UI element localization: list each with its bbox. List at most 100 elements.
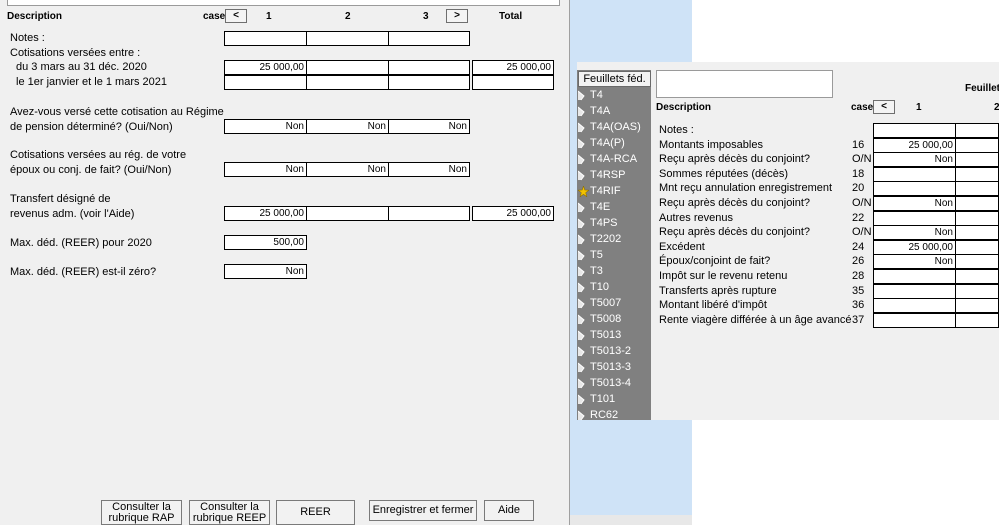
slip-row-cell-1[interactable] [873,312,956,328]
spouse-cell-2[interactable]: Non [306,162,389,177]
sidebar-item-t5[interactable]: T5 [577,247,651,263]
rpd-question-line2: de pension déterminé? (Oui/Non) [10,121,173,133]
slip-row-cell-2[interactable] [955,298,999,314]
sidebar-item-label: T5 [590,249,603,261]
sidebar-item-t4a-p-[interactable]: T4A(P) [577,135,651,151]
sidebar-item-t5007[interactable]: T5007 [577,295,651,311]
slip-row-cell-1[interactable]: 25 000,00 [873,239,956,255]
sidebar-item-label: T4RSP [590,169,626,181]
consult-rap-button[interactable]: Consulter la rubrique RAP [101,500,182,525]
transfer-cell-2[interactable] [306,206,389,221]
slip-row-cell-1[interactable]: Non [873,254,956,270]
period1-cell-2[interactable] [306,60,389,75]
period2-cell-3[interactable] [388,75,470,90]
slip-row-case: 26 [852,255,865,268]
slip-row-case: O/N [852,153,872,166]
transfer-cell-3[interactable] [388,206,470,221]
rpd-cell-2[interactable]: Non [306,119,389,134]
max-deduction-zero-cell[interactable]: Non [224,264,307,279]
slip-row-cell-1[interactable] [873,269,956,284]
sidebar-item-t5013-3[interactable]: T5013-3 [577,359,651,375]
slip-document-icon [577,346,588,357]
sidebar-item-t5013-4[interactable]: T5013-4 [577,375,651,391]
sidebar-item-t5008[interactable]: T5008 [577,311,651,327]
slip-row-cell-2[interactable] [955,137,999,153]
transfer-cell-1[interactable]: 25 000,00 [224,206,307,221]
reer-button[interactable]: REER [276,500,355,525]
slip-row-label: Reçu après décès du conjoint? [659,153,811,166]
sidebar-item-t3[interactable]: T3 [577,263,651,279]
slip-row-cell-2[interactable] [955,166,999,182]
slip-row-case: 20 [852,182,865,195]
slip-row-cell-1[interactable] [873,298,956,314]
slip-row-cell-2[interactable] [955,152,999,168]
max-deduction-cell[interactable]: 500,00 [224,235,307,250]
rpd-cell-3[interactable]: Non [388,119,470,134]
prev-column-button[interactable]: < [225,9,247,23]
rpd-cell-1[interactable]: Non [224,119,307,134]
period1-cell-3[interactable] [388,60,470,75]
consult-reep-button[interactable]: Consulter la rubrique REEP [189,500,270,525]
slip-row-cell-2[interactable] [955,225,999,241]
slip-row-cell-1[interactable]: Non [873,225,956,241]
slip-row-cell-2[interactable] [955,181,999,197]
sidebar-item-t2202[interactable]: T2202 [577,231,651,247]
sidebar-item-t4a-rca[interactable]: T4A-RCA [577,151,651,167]
slip-row-cell-1[interactable] [873,283,956,299]
next-column-button[interactable]: > [446,9,468,23]
sidebar-item-t5013-2[interactable]: T5013-2 [577,343,651,359]
slip-row-cell-2[interactable] [955,269,999,284]
notes-cell-2[interactable] [306,31,389,46]
slip-row-cell-1[interactable]: Non [873,196,956,211]
sidebar-item-t4ps[interactable]: T4PS [577,215,651,231]
slip-row-cell-2[interactable] [955,312,999,328]
sidebar-item-t10[interactable]: T10 [577,279,651,295]
save-and-close-button[interactable]: Enregistrer et fermer [369,500,477,521]
slip-document-icon [577,90,588,101]
slip-row-cell-2[interactable] [955,123,999,138]
slip-row-cell-2[interactable] [955,239,999,255]
sidebar-item-t4rsp[interactable]: T4RSP [577,167,651,183]
help-button[interactable]: Aide [484,500,534,521]
slip-row-cell-1[interactable]: 25 000,00 [873,137,956,153]
slip-document-icon [577,362,588,373]
sidebar-item-t4rif[interactable]: T4RIF [577,183,651,199]
slip-row-cell-2[interactable] [955,210,999,226]
notes-label: Notes : [10,32,45,44]
slip-row-cell-1[interactable] [873,210,956,226]
slip-row-label: Excédent [659,240,705,253]
spouse-cell-3[interactable]: Non [388,162,470,177]
consult-reep-line1: Consulter la [200,500,259,513]
spouse-cell-1[interactable]: Non [224,162,307,177]
sidebar-item-t101[interactable]: T101 [577,391,651,407]
slip-row-cell-2[interactable] [955,283,999,299]
federal-slips-button[interactable]: Feuillets féd. [578,71,651,87]
slip-row-label: Rente viagère différée à un âge avancé [659,313,852,326]
sidebar-item-t4e[interactable]: T4E [577,199,651,215]
sidebar-item-t4a[interactable]: T4A [577,103,651,119]
slip-row-cell-1[interactable]: Non [873,152,956,168]
notes-cell-1[interactable] [224,31,307,46]
slip-document-icon [577,170,588,181]
period2-cell-1[interactable] [224,75,307,90]
notes-cell-3[interactable] [388,31,470,46]
slip-row-cell-2[interactable] [955,254,999,270]
slip-row-cell-1[interactable] [873,181,956,197]
sidebar-item-t4a-oas-[interactable]: T4A(OAS) [577,119,651,135]
sidebar-item-label: T4E [590,201,611,213]
star-icon [577,185,590,198]
period2-cell-2[interactable] [306,75,389,90]
sidebar-item-rc62[interactable]: RC62 [577,407,651,423]
slip-row-cell-1[interactable] [873,123,956,138]
sidebar-item-label: T5013-2 [590,345,631,357]
slip-row-cell-1[interactable] [873,166,956,182]
sidebar-item-t5013[interactable]: T5013 [577,327,651,343]
slip-document-icon [577,138,588,149]
right-prev-column-button[interactable]: < [873,100,895,114]
period1-cell-1[interactable]: 25 000,00 [224,60,307,75]
sidebar-item-t4[interactable]: T4 [577,87,651,103]
slip-title-input[interactable] [656,70,833,98]
slip-row-case: 24 [852,240,865,253]
slip-row-case: 28 [852,270,865,282]
slip-row-cell-2[interactable] [955,196,999,211]
